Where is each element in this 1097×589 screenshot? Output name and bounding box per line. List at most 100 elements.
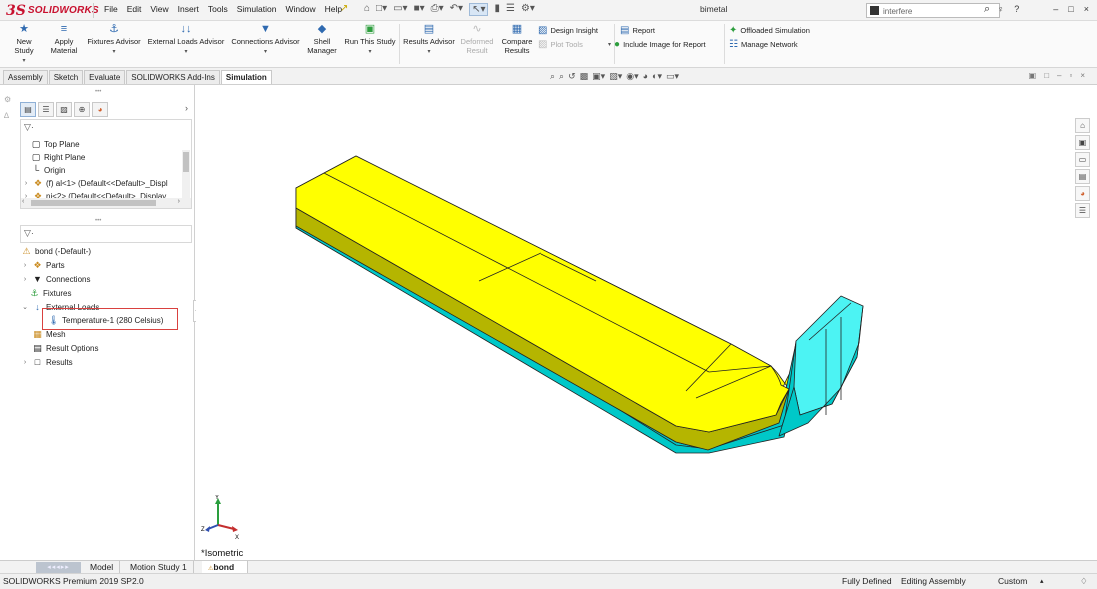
deformed-result-button[interactable]: ∿ Deformed Result — [458, 23, 496, 55]
simulation-tree-filter[interactable]: ▽· — [20, 225, 192, 243]
hide-show-items-icon[interactable]: ◉▾ — [626, 71, 638, 82]
solidworks-resources-icon[interactable]: ⌂ — [1075, 118, 1090, 133]
graphics-area[interactable]: ⌂ ▣ ▭ ▤ ◕ ☰ Y X Z *Isometric — [196, 85, 1097, 560]
menu-insert[interactable]: Insert — [178, 4, 199, 14]
study-bond[interactable]: ⚠ bond (-Default-) — [21, 245, 91, 258]
viewport-tile-icon[interactable]: ▣ — [1029, 71, 1037, 80]
tree-filter-icon[interactable]: ▽· — [24, 122, 34, 133]
sim-tree-connections[interactable]: › ▼ Connections — [21, 273, 91, 286]
display-style-icon[interactable]: ▧▾ — [609, 71, 622, 82]
edit-appearance-icon[interactable]: ◕ — [643, 71, 648, 82]
viewport-close-icon[interactable]: × — [1080, 71, 1085, 80]
close-button[interactable]: × — [1084, 4, 1089, 14]
filter-panel-icon[interactable]: ∆ — [4, 111, 9, 120]
scroll-left-icon[interactable]: ‹ — [22, 198, 24, 205]
property-manager-tab-icon[interactable]: ☰ — [38, 102, 54, 117]
zoom-to-area-icon[interactable]: ⌕ — [559, 71, 564, 82]
splitter-grip-icon[interactable]: ••• — [95, 218, 101, 224]
status-units[interactable]: Custom — [998, 574, 1027, 589]
more-tabs-chevron-icon[interactable]: › — [185, 103, 188, 113]
fixtures-advisor-button[interactable]: ⚓ Fixtures Advisor ▾ — [85, 23, 143, 57]
menu-file[interactable]: File — [104, 4, 118, 14]
save-icon[interactable]: ■▾ — [414, 3, 425, 16]
scene-icon[interactable]: ◐▾ — [652, 71, 662, 82]
print-icon[interactable]: ⎙▾ — [431, 3, 444, 16]
sim-tree-result-options[interactable]: ▤ Result Options — [32, 342, 98, 355]
sim-tree-fixtures[interactable]: ⚓ Fixtures — [29, 287, 71, 300]
rebuild-icon[interactable]: ▮ — [494, 3, 500, 16]
viewport-restore-icon[interactable]: □ — [1044, 71, 1049, 80]
sim-tree-results[interactable]: › □ Results — [21, 356, 73, 369]
help-icon[interactable]: ? — [1014, 4, 1019, 14]
menu-simulation[interactable]: Simulation — [237, 4, 277, 14]
tab-evaluate[interactable]: Evaluate — [84, 70, 126, 84]
view-settings-icon[interactable]: ▭▾ — [666, 71, 679, 82]
configuration-manager-tab-icon[interactable]: ▨ — [56, 102, 72, 117]
pin-icon[interactable]: ↗ — [340, 3, 348, 14]
tab-solidworks-add-ins[interactable]: SOLIDWORKS Add-Ins — [126, 70, 220, 84]
file-explorer-icon[interactable]: ▭ — [1075, 152, 1090, 167]
expand-arrow-icon[interactable]: › — [21, 356, 29, 369]
external-loads-advisor-button[interactable]: ↓↓ External Loads Advisor ▾ — [146, 23, 226, 57]
panel-grip-icon[interactable]: ••• — [95, 89, 101, 95]
maximize-button[interactable]: □ — [1068, 4, 1073, 14]
bimetal-model-3d[interactable] — [196, 85, 1097, 560]
scroll-right-icon[interactable]: › — [178, 198, 180, 205]
open-folder-icon[interactable]: ▭▾ — [393, 3, 407, 16]
viewport-minimize-icon[interactable]: – — [1057, 71, 1061, 80]
section-view-icon[interactable]: ▩ — [580, 71, 589, 82]
tab-scroll-arrows-icon[interactable]: ◂◂◂▸▸ — [36, 562, 81, 573]
compare-results-button[interactable]: ▦ Compare Results — [499, 23, 535, 55]
search-input[interactable] — [883, 5, 979, 17]
search-icon[interactable]: ⌕ — [984, 3, 990, 16]
hide-panel-icon[interactable]: ⚙ — [4, 95, 11, 104]
tree-horizontal-scrollbar[interactable]: ‹ › — [21, 198, 191, 208]
menu-window[interactable]: Window — [285, 4, 315, 14]
minimize-button[interactable]: – — [1053, 4, 1058, 14]
undo-icon[interactable]: ↶▾ — [450, 3, 463, 16]
new-study-button[interactable]: ★ New Study ▾ — [6, 23, 42, 66]
solidworks-logo[interactable]: 3S SOLIDWORKS — [6, 2, 99, 19]
appearances-icon[interactable]: ◕ — [1075, 186, 1090, 201]
menu-view[interactable]: View — [150, 4, 168, 14]
custom-properties-icon[interactable]: ☰ — [1075, 203, 1090, 218]
options-gear-icon[interactable]: ⚙▾ — [521, 3, 535, 16]
tree-vertical-scrollbar[interactable] — [182, 150, 190, 198]
manage-network-button[interactable]: ☷ Manage Network — [729, 39, 798, 50]
tab-assembly[interactable]: Assembly — [3, 70, 48, 84]
viewport-maximize-icon[interactable]: ▫ — [1069, 71, 1072, 80]
view-palette-icon[interactable]: ▤ — [1075, 169, 1090, 184]
plot-tools-button[interactable]: ▨ Plot Tools — [538, 39, 583, 50]
tab-simulation[interactable]: Simulation — [220, 70, 272, 84]
dimxpert-tab-icon[interactable]: ⊕ — [74, 102, 90, 117]
view-orientation-icon[interactable]: ▣▾ — [592, 71, 605, 82]
user-account-icon[interactable]: ♀ — [998, 4, 1005, 14]
feature-tree-tab-icon[interactable]: ▤ — [20, 102, 36, 117]
tree-item-part-al[interactable]: › ❖ (f) al<1> (Default<<Default>_Displ — [22, 177, 168, 190]
design-library-icon[interactable]: ▣ — [1075, 135, 1090, 150]
tree-item-right-plane[interactable]: ▢ Right Plane — [31, 151, 86, 164]
menu-edit[interactable]: Edit — [127, 4, 142, 14]
expand-arrow-icon[interactable]: › — [21, 273, 29, 286]
run-this-study-button[interactable]: ▣ Run This Study ▾ — [343, 23, 397, 57]
new-document-icon[interactable]: □▾ — [376, 3, 387, 16]
status-options-icon[interactable]: ♢ — [1080, 574, 1088, 589]
collapse-arrow-icon[interactable]: ⌄ — [21, 301, 29, 314]
file-properties-icon[interactable]: ☰ — [506, 3, 515, 16]
connections-advisor-button[interactable]: ▼ Connections Advisor ▾ — [229, 23, 302, 57]
design-insight-button[interactable]: ▨ Design Insight — [538, 25, 598, 36]
offloaded-simulation-button[interactable]: ✦ Offloaded Simulation — [729, 25, 810, 36]
apply-material-button[interactable]: ≡ Apply Material — [48, 23, 80, 55]
units-dropdown-icon[interactable]: ▴ — [1040, 574, 1044, 589]
search-commands-icon[interactable] — [870, 6, 879, 15]
select-pointer-icon[interactable]: ↖▾ — [469, 3, 489, 16]
menu-tools[interactable]: Tools — [208, 4, 228, 14]
sim-tree-parts[interactable]: › ❖ Parts — [21, 259, 65, 272]
tree-item-top-plane[interactable]: ▢ Top Plane — [31, 138, 80, 151]
report-button[interactable]: ▤ Report — [620, 25, 655, 36]
home-icon[interactable]: ⌂ — [364, 3, 370, 16]
include-image-for-report-button[interactable]: ▾ ● Include Image for Report — [608, 39, 706, 50]
display-manager-tab-icon[interactable]: ◕ — [92, 102, 108, 117]
tab-sketch[interactable]: Sketch — [48, 70, 84, 84]
previous-view-icon[interactable]: ↺ — [568, 71, 576, 82]
